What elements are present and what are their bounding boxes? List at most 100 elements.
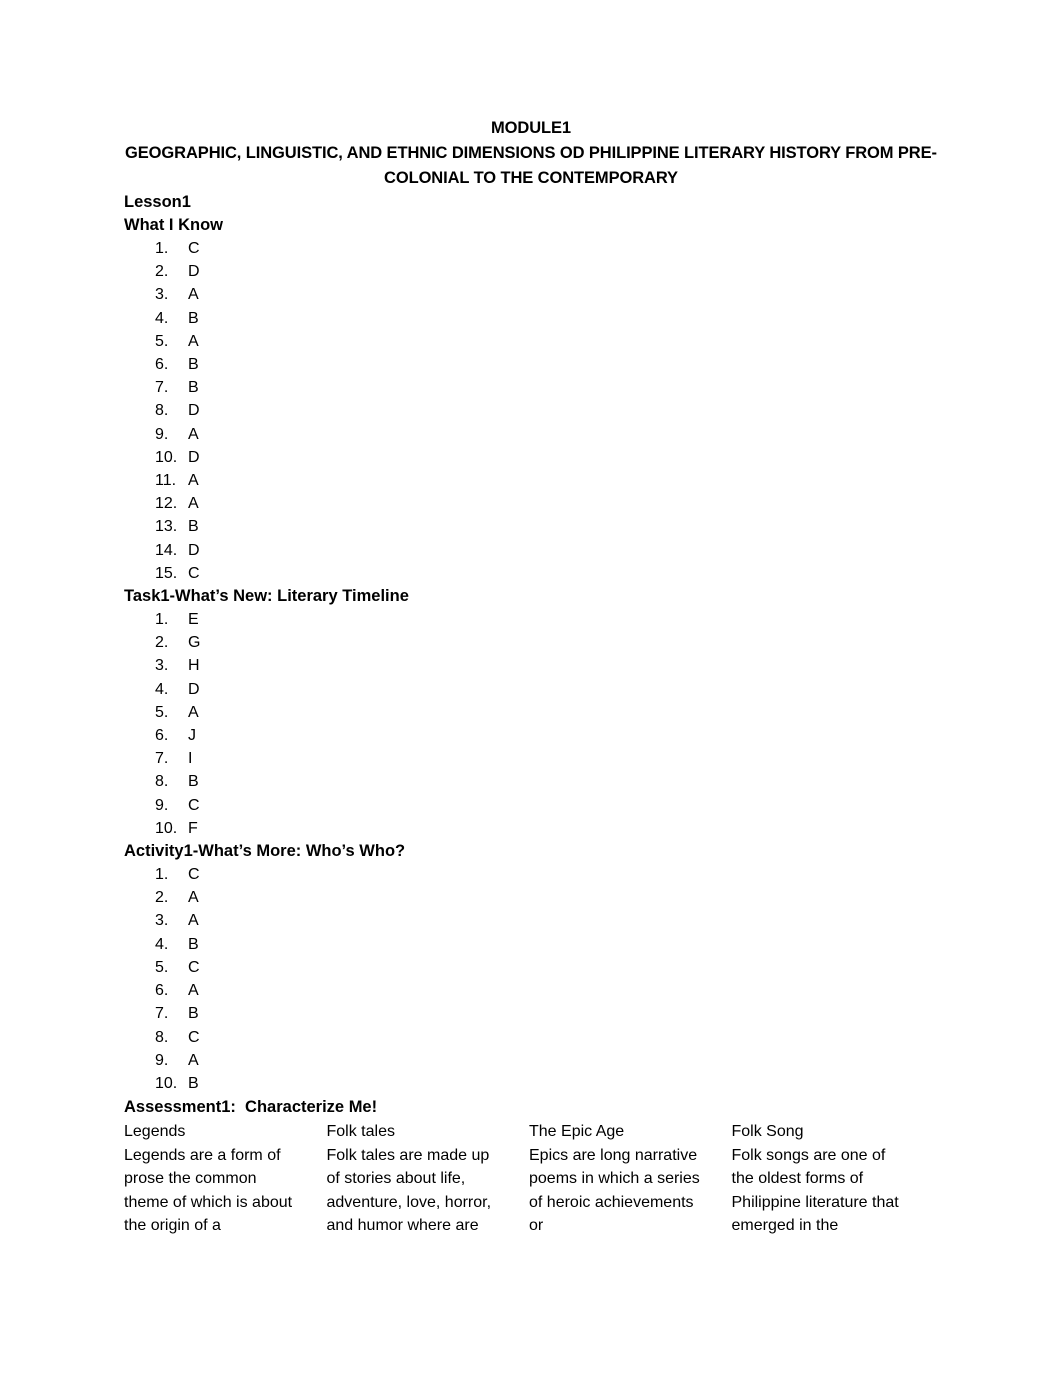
list-item: 1. C xyxy=(124,863,938,886)
list-item: 15. C xyxy=(124,562,938,585)
term-name: Folk tales xyxy=(326,1123,395,1141)
section-heading-activity1: Activity1-What’s More: Who’s Who? xyxy=(124,842,406,861)
term-description: Folk songs are one of the oldest forms o… xyxy=(731,1146,899,1235)
list-item-value: I xyxy=(188,750,193,768)
list-item-number: 8. xyxy=(155,402,169,420)
list-item: 7. B xyxy=(124,1002,938,1025)
list-item-number: 3. xyxy=(155,286,169,304)
term-description: Folk tales are made up of stories about … xyxy=(326,1146,492,1235)
list-item-value: B xyxy=(188,518,199,536)
list-item-value: A xyxy=(188,982,199,1000)
list-item-value: B xyxy=(188,935,199,953)
list-item-value: D xyxy=(188,680,200,698)
list-item-value: C xyxy=(188,958,200,976)
list-item-number: 7. xyxy=(155,750,169,768)
list-item-number: 5. xyxy=(155,958,169,976)
list-item: 2. D xyxy=(124,260,938,283)
list-item: 2. A xyxy=(124,886,938,909)
list-item-value: D xyxy=(188,402,200,420)
section-heading-assessment1: Assessment1: Characterize Me! xyxy=(124,1098,378,1117)
lesson-label: Lesson1 xyxy=(124,193,191,211)
list-item: 9. A xyxy=(124,1049,938,1072)
list-item-number: 12. xyxy=(155,495,178,513)
list-item: 5. A xyxy=(124,330,938,353)
list-item-number: 6. xyxy=(155,727,169,745)
list-item-number: 9. xyxy=(155,1051,169,1069)
document-title-line-2: GEOGRAPHIC, LINGUISTIC, AND ETHNIC DIMEN… xyxy=(125,144,937,187)
list-item: 6. J xyxy=(124,724,938,747)
list-item-number: 7. xyxy=(155,1005,169,1023)
list-item-number: 3. xyxy=(155,657,169,675)
list-item-value: G xyxy=(188,634,201,652)
list-item-number: 10. xyxy=(155,1074,178,1092)
list-item-value: C xyxy=(188,866,200,884)
term-name: The Epic Age xyxy=(529,1123,625,1141)
list-item: 8. B xyxy=(124,770,938,793)
document-title-line-1: MODULE1 xyxy=(491,119,571,137)
list-item-number: 9. xyxy=(155,796,169,814)
list-item: 13. B xyxy=(124,515,938,538)
list-item: 10. F xyxy=(124,817,938,840)
section-heading-task1: Task1-What’s New: Literary Timeline xyxy=(124,587,409,606)
section-activity1: Activity1-What’s More: Who’s Who? 1. C 2.… xyxy=(124,840,938,1095)
list-item-value: D xyxy=(188,541,200,559)
list-item: 4. B xyxy=(124,307,938,330)
list-item-number: 10. xyxy=(155,448,178,466)
list-item-value: B xyxy=(188,773,199,791)
list-item: 5. C xyxy=(124,956,938,979)
list-item: 1. E xyxy=(124,608,938,631)
answer-list-activity1: 1. C 2. A 3. A 4. B 5. C 6. A 7. B 8. C 9. A 10. B xyxy=(124,863,938,1095)
list-item-number: 15. xyxy=(155,564,178,582)
document-body: MODULE1 GEOGRAPHIC, LINGUISTIC, AND ETHN… xyxy=(124,116,938,1238)
list-item-value: A xyxy=(188,472,199,490)
list-item-value: B xyxy=(188,1005,199,1023)
list-item-value: F xyxy=(188,819,198,837)
list-item-number: 4. xyxy=(155,935,169,953)
list-item-value: B xyxy=(188,309,199,327)
list-item: 11. A xyxy=(124,469,938,492)
list-item-value: E xyxy=(188,611,199,629)
term-description: Epics are long narrative poems in which … xyxy=(529,1146,700,1235)
list-item-number: 11. xyxy=(155,472,177,490)
list-item-number: 3. xyxy=(155,912,169,930)
list-item: 3. H xyxy=(124,654,938,677)
list-item-value: A xyxy=(188,332,199,350)
list-item-value: A xyxy=(188,912,199,930)
term-name: Legends xyxy=(124,1123,186,1141)
list-item-value: C xyxy=(188,796,200,814)
list-item: 3. A xyxy=(124,909,938,932)
list-item: 1. C xyxy=(124,237,938,260)
list-item-value: H xyxy=(188,657,200,675)
section-what-i-know: What I Know 1. C 2. D 3. A 4. B 5. A 6. B 7. B … xyxy=(124,214,938,585)
answer-list-what-i-know: 1. C 2. D 3. A 4. B 5. A 6. B 7. B 8. D 9. A 10. D… xyxy=(124,237,938,585)
list-item-value: J xyxy=(188,727,196,745)
list-item: 4. D xyxy=(124,678,938,701)
list-item-number: 6. xyxy=(155,982,169,1000)
list-item-number: 5. xyxy=(155,703,169,721)
section-assessment1: Assessment1: Characterize Me! Legends Le… xyxy=(124,1096,938,1238)
answer-list-task1: 1. E 2. G 3. H 4. D 5. A 6. J 7. I 8. B 9. C 10. F xyxy=(124,608,938,840)
list-item: 12. A xyxy=(124,492,938,515)
terms-table: Legends Legends are a form of prose the … xyxy=(124,1120,934,1238)
section-heading-what-i-know: What I Know xyxy=(124,216,223,234)
list-item-number: 13. xyxy=(155,518,178,536)
list-item: 8. C xyxy=(124,1026,938,1049)
list-item: 4. B xyxy=(124,933,938,956)
list-item-number: 6. xyxy=(155,356,169,374)
term-name: Folk Song xyxy=(731,1123,804,1141)
list-item: 7. I xyxy=(124,747,938,770)
list-item-number: 8. xyxy=(155,773,169,791)
list-item: 3. A xyxy=(124,283,938,306)
list-item: 6. A xyxy=(124,979,938,1002)
list-item-number: 2. xyxy=(155,889,169,907)
list-item: 6. B xyxy=(124,353,938,376)
list-item-number: 1. xyxy=(155,611,169,629)
list-item-value: A xyxy=(188,495,199,513)
section-task1: Task1-What’s New: Literary Timeline 1. E … xyxy=(124,585,938,840)
table-cell-folk-tales: Folk tales Folk tales are made up of sto… xyxy=(327,1120,530,1238)
list-item: 10. B xyxy=(124,1072,938,1095)
list-item-value: C xyxy=(188,564,200,582)
list-item: 5. A xyxy=(124,701,938,724)
list-item: 7. B xyxy=(124,376,938,399)
document-title: MODULE1 GEOGRAPHIC, LINGUISTIC, AND ETHN… xyxy=(124,116,938,191)
